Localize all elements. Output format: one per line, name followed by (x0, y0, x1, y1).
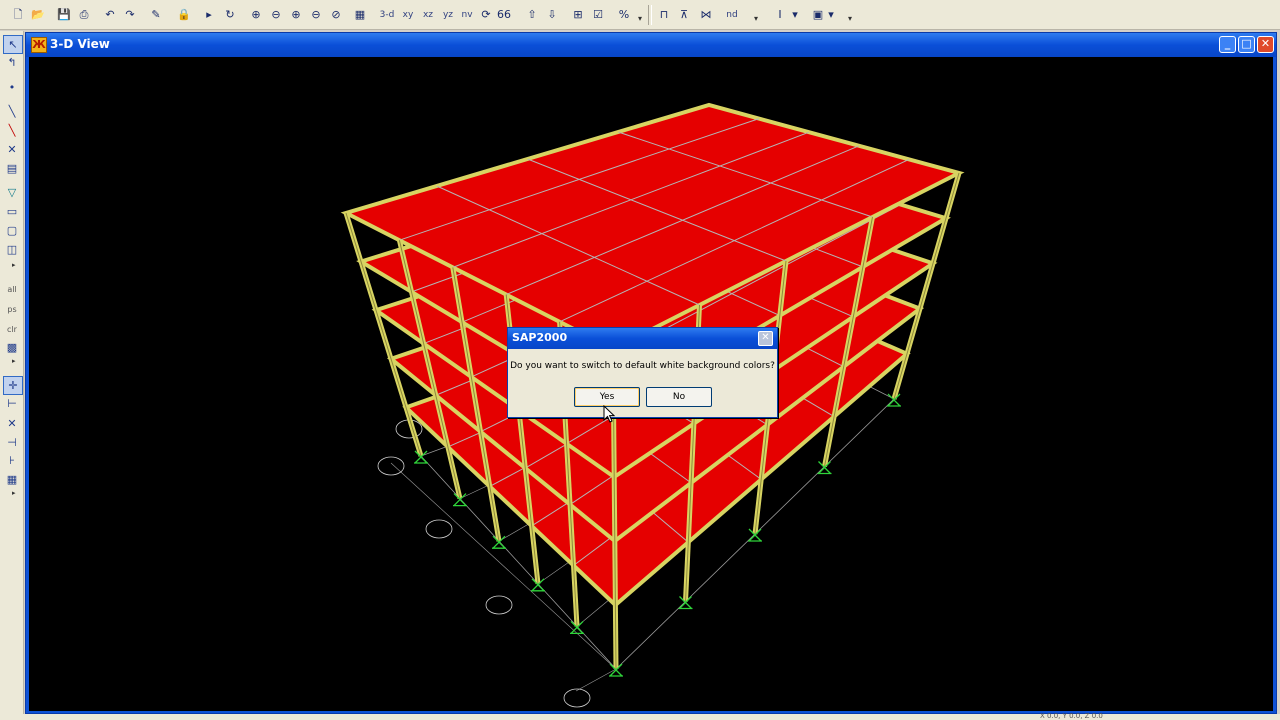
pointer-icon[interactable]: ↖ (3, 35, 23, 54)
draw-area-icon[interactable]: ▽ (3, 184, 21, 201)
view-xz-button[interactable]: xz (420, 5, 436, 25)
dialog-close-button[interactable]: ✕ (758, 331, 773, 346)
solid-icon[interactable]: ◫ (3, 241, 21, 258)
joint-icon[interactable]: • (3, 79, 21, 96)
view-nv-button[interactable]: nv (460, 5, 474, 25)
zoom-in-icon[interactable]: ⊕ (288, 5, 304, 25)
toolbar-grip: ▸ (12, 357, 16, 365)
redo-icon[interactable]: ↷ (122, 5, 138, 25)
section-icon[interactable]: ⊼ (676, 5, 692, 25)
no-button[interactable]: No (646, 387, 712, 407)
sap-logo-icon: Ж (31, 37, 47, 53)
ground-grid-line (575, 668, 617, 692)
undo-icon[interactable]: ↶ (102, 5, 118, 25)
open-folder-icon[interactable]: 📂 (30, 5, 46, 25)
intersect-icon[interactable]: ▩ (3, 339, 21, 356)
toolbar-grip: ▾ (754, 14, 759, 23)
move-down-icon[interactable]: ⇩ (544, 5, 560, 25)
close-button[interactable]: ✕ (1257, 36, 1274, 53)
toolbar-divider (648, 5, 652, 25)
snap-grid-icon[interactable]: ▦ (3, 471, 21, 488)
snap-end-icon[interactable]: ⊢ (3, 395, 21, 412)
status-coordinates: X 0.0, Y 0.0, Z 0.0 (1040, 712, 1103, 720)
dialog-titlebar[interactable]: SAP2000 ✕ (508, 328, 777, 349)
zoom-window-icon[interactable]: ⊕ (248, 5, 264, 25)
select-icon[interactable]: ⊞ (570, 5, 586, 25)
frame-icon[interactable]: ⊓ (656, 5, 672, 25)
main-toolbar: 🗋 📂 💾 ⎙ ↶ ↷ ✎ 🔒 ▸ ↻ ⊕ ⊖ ⊕ ⊖ ⊘ ▦ 3-d xy x… (0, 0, 1280, 30)
new-file-icon[interactable]: 🗋 (10, 5, 26, 25)
set-view-icon[interactable]: ▦ (352, 5, 368, 25)
toolbar-grip: ▾ (638, 14, 643, 23)
percent-icon[interactable]: % (616, 5, 632, 25)
status-bar: X 0.0, Y 0.0, Z 0.0 (0, 712, 1280, 720)
pencil-icon[interactable]: ✎ (148, 5, 164, 25)
yes-button[interactable]: Yes (574, 387, 640, 407)
grid-lines-icon[interactable]: ▤ (3, 160, 21, 177)
display-icon[interactable]: ▣ (810, 5, 826, 25)
clear-selection-button[interactable]: clr (3, 321, 21, 338)
draw-toolbar: ↖ ↰ • ╲ ╲ ✕ ▤ ▽ ▭ ▢ ◫ ▸ all ps clr ▩ ▸ ✛… (0, 31, 24, 720)
confirm-dialog: SAP2000 ✕ Do you want to switch to defau… (507, 327, 778, 418)
snap-icon[interactable]: ✛ (3, 376, 23, 395)
move-up-icon[interactable]: ⇧ (524, 5, 540, 25)
dialog-message: Do you want to switch to default white b… (510, 361, 775, 371)
previous-selection-button[interactable]: ps (3, 301, 21, 318)
grid-bubble (563, 688, 591, 708)
grid-bubble (485, 595, 513, 615)
rotate-icon[interactable]: ⟳ (478, 5, 494, 25)
snap-perp-icon[interactable]: ⊣ (3, 434, 21, 451)
window-titlebar[interactable]: Ж 3-D View _ □ ✕ (26, 33, 1276, 57)
perspective-icon[interactable]: 66 (496, 5, 512, 25)
grid-bubble (425, 519, 453, 539)
run-icon[interactable]: ▸ (202, 5, 216, 25)
zoom-out-icon[interactable]: ⊖ (308, 5, 324, 25)
draw-frame-icon[interactable]: ╲ (3, 103, 21, 120)
check-icon[interactable]: ☑ (590, 5, 606, 25)
view-yz-button[interactable]: yz (440, 5, 456, 25)
save-icon[interactable]: 💾 (56, 5, 72, 25)
snap-line-icon[interactable]: ⊦ (3, 452, 21, 469)
lock-icon[interactable]: 🔒 (176, 5, 192, 25)
maximize-button[interactable]: □ (1238, 36, 1255, 53)
nd-button[interactable]: nd (724, 5, 740, 25)
snap-intersect-icon[interactable]: ✕ (3, 415, 21, 432)
refresh-icon[interactable]: ↻ (222, 5, 238, 25)
quick-area-icon[interactable]: ▢ (3, 222, 21, 239)
reshape-icon[interactable]: ↰ (3, 54, 21, 71)
select-all-button[interactable]: all (3, 281, 21, 298)
chevron-down-icon[interactable]: ▾ (790, 5, 800, 25)
shell-icon[interactable]: ⋈ (698, 5, 714, 25)
minimize-button[interactable]: _ (1219, 36, 1236, 53)
text-cursor-icon[interactable]: I (772, 5, 788, 25)
chevron-down-icon[interactable]: ▾ (826, 5, 836, 25)
dialog-title: SAP2000 (512, 331, 568, 344)
toolbar-grip: ▾ (848, 14, 853, 23)
grid-bubble (377, 456, 405, 476)
view-xy-button[interactable]: xy (400, 5, 416, 25)
pan-icon[interactable]: ⊘ (328, 5, 344, 25)
brace-icon[interactable]: ✕ (3, 141, 21, 158)
mouse-cursor-icon (603, 405, 616, 423)
toolbar-grip: ▸ (12, 489, 16, 497)
print-icon[interactable]: ⎙ (76, 5, 92, 25)
window-title: 3-D View (50, 37, 110, 51)
draw-cable-icon[interactable]: ╲ (3, 122, 21, 139)
view-3d-button[interactable]: 3-d (378, 5, 396, 25)
toolbar-grip: ▸ (12, 261, 16, 269)
zoom-restore-icon[interactable]: ⊖ (268, 5, 284, 25)
rect-area-icon[interactable]: ▭ (3, 203, 21, 220)
